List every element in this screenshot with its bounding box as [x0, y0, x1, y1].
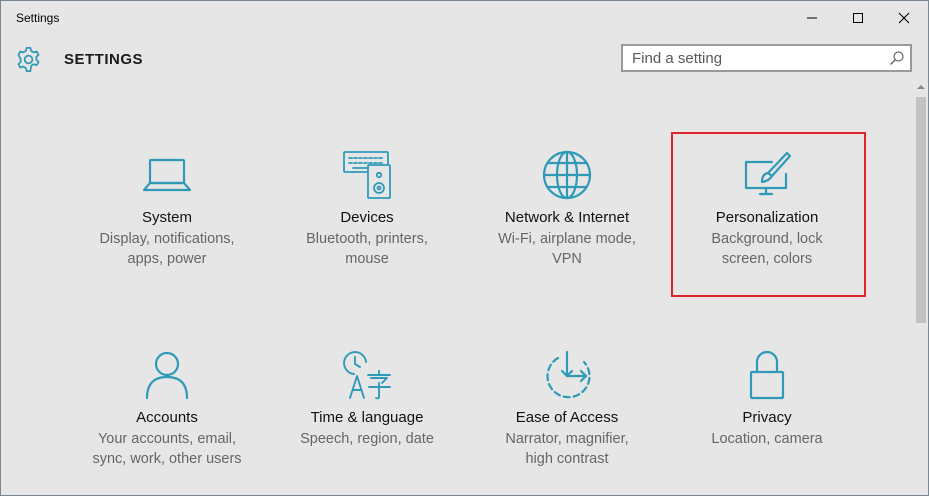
paintbrush-screen-icon: [744, 151, 792, 196]
page-title: SETTINGS: [64, 51, 144, 68]
laptop-icon: [142, 158, 192, 192]
scrollbar-thumb[interactable]: [916, 97, 926, 323]
tile-network-internet[interactable]: Network & Internet Wi-Fi, airplane mode,…: [467, 150, 667, 270]
close-button[interactable]: [881, 1, 927, 35]
tile-description: Location, camera: [711, 431, 823, 447]
tile-title: Accounts: [136, 409, 198, 426]
tile-title: Devices: [340, 209, 394, 226]
maximize-button[interactable]: [835, 1, 881, 35]
tile-title: Personalization: [715, 209, 819, 226]
tile-privacy[interactable]: Privacy Location, camera: [667, 350, 867, 470]
tile-system[interactable]: System Display, notifications, apps, pow…: [67, 150, 267, 270]
tile-title: Network & Internet: [504, 209, 630, 226]
vertical-scrollbar[interactable]: [914, 81, 928, 495]
person-icon: [145, 351, 189, 400]
tile-time-language[interactable]: Time & language Speech, region, date: [267, 350, 467, 470]
tile-ease-of-access[interactable]: Ease of Access Narrator, magnifier, high…: [467, 350, 667, 470]
tile-personalization[interactable]: Personalization Background, lock screen,…: [667, 150, 867, 270]
search-box[interactable]: [621, 44, 912, 72]
tile-description: Your accounts, email, sync, work, other …: [92, 431, 242, 467]
keyboard-speaker-icon: [343, 151, 391, 199]
close-icon: [898, 12, 910, 24]
ease-of-access-icon: [546, 350, 591, 399]
tile-description: Background, lock screen, colors: [711, 231, 823, 267]
search-input[interactable]: [623, 46, 892, 70]
minimize-button[interactable]: [789, 1, 835, 35]
tile-title: Ease of Access: [515, 409, 619, 426]
gear-icon: [17, 47, 40, 72]
chevron-up-icon: [917, 85, 925, 89]
scroll-up-button[interactable]: [914, 81, 928, 93]
tile-title: Time & language: [310, 409, 424, 426]
tile-accounts[interactable]: Accounts Your accounts, email, sync, wor…: [67, 350, 267, 470]
settings-window: Settings SETTINGS Find a setting System …: [0, 0, 929, 496]
title-bar[interactable]: Settings: [1, 1, 928, 35]
tile-description: Bluetooth, printers, mouse: [306, 231, 428, 267]
tile-description: Wi-Fi, airplane mode, VPN: [498, 231, 636, 267]
clock-language-icon: [343, 351, 391, 400]
minimize-icon: [807, 17, 817, 19]
tile-description: Display, notifications, apps, power: [99, 231, 235, 267]
tile-title: System: [141, 209, 192, 226]
tile-description: Speech, region, date: [300, 431, 434, 447]
tile-title: Privacy: [742, 409, 792, 426]
tile-description: Narrator, magnifier, high contrast: [505, 431, 629, 467]
tile-devices[interactable]: Devices Bluetooth, printers, mouse: [267, 150, 467, 270]
window-title: Settings: [16, 11, 60, 25]
search-icon[interactable]: [889, 50, 905, 66]
lock-icon: [749, 350, 785, 400]
maximize-icon: [853, 13, 863, 23]
globe-icon: [542, 150, 592, 200]
